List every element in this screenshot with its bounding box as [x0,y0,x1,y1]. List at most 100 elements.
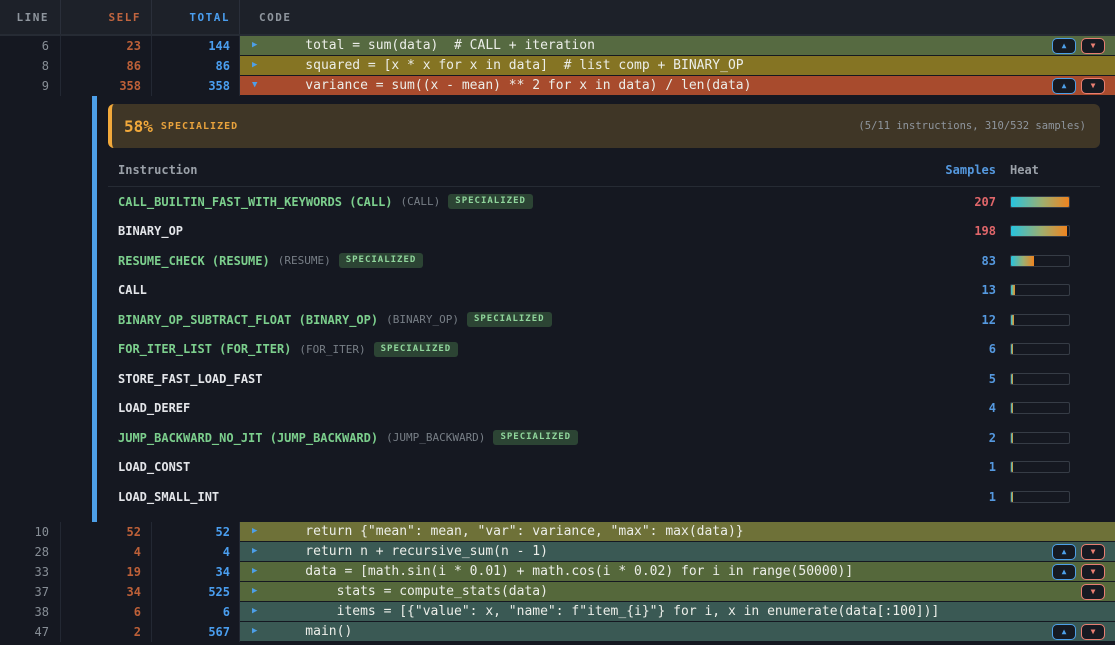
column-header-code: CODE [240,0,1115,34]
code-cell[interactable]: ▶ stats = compute_stats(data) ▲ ▼ [240,582,1115,602]
jump-up-button[interactable]: ▲ [1052,544,1076,560]
column-header-instruction: Instruction [108,163,916,177]
heat-bar [1010,461,1070,473]
panel-connector-line [92,96,97,522]
code-row: 38 6 6 ▶ items = [{"value": x, "name": f… [0,602,1115,622]
base-instruction-name: (BINARY_OP) [386,313,459,326]
heat-bar-fill [1011,285,1015,295]
jump-buttons: ▲ ▼ [1052,78,1105,94]
self-samples: 19 [61,562,152,582]
column-header-total[interactable]: TOTAL [152,0,240,34]
code-row: 28 4 4 ▶ return n + recursive_sum(n - 1)… [0,542,1115,562]
self-samples: 52 [61,522,152,542]
instruction-name-cell: FOR_ITER_LIST (FOR_ITER) (FOR_ITER) SPEC… [108,342,916,357]
heat-bar [1010,284,1070,296]
heat-bar [1010,196,1070,208]
heat-bar-fill [1011,256,1034,266]
heat-bar-fill [1011,315,1014,325]
instruction-row: BINARY_OP_SUBTRACT_FLOAT (BINARY_OP) (BI… [108,305,1100,335]
instruction-name: CALL_BUILTIN_FAST_WITH_KEYWORDS (CALL) [118,195,393,209]
line-number: 28 [0,542,61,562]
jump-up-button[interactable]: ▲ [1052,78,1076,94]
profiler-app: LINE SELF TOTAL CODE 6 23 144 ▶ total = … [0,0,1115,645]
code-cell[interactable]: ▶ squared = [x * x for x in data] # list… [240,56,1115,76]
expander-icon[interactable]: ▶ [240,41,274,50]
instruction-row: LOAD_SMALL_INT SPECIALIZED 1 [108,482,1100,512]
jump-up-button[interactable]: ▲ [1052,38,1076,54]
code-cell[interactable]: ▶ items = [{"value": x, "name": f"item_{… [240,602,1115,622]
code-text: return {"mean": mean, "var": variance, "… [274,525,744,538]
code-cell[interactable]: ▶ return n + recursive_sum(n - 1) ▲ ▼ [240,542,1115,562]
specialized-badge: SPECIALIZED [467,312,552,327]
instruction-name-cell: BINARY_OP_SUBTRACT_FLOAT (BINARY_OP) (BI… [108,312,916,327]
instruction-row: RESUME_CHECK (RESUME) (RESUME) SPECIALIZ… [108,246,1100,276]
specialized-badge: SPECIALIZED [374,342,459,357]
expander-icon[interactable]: ▶ [240,567,274,576]
code-text: items = [{"value": x, "name": f"item_{i}… [274,605,939,618]
code-cell[interactable]: ▶ data = [math.sin(i * 0.01) + math.cos(… [240,562,1115,582]
code-text: main() [274,625,352,638]
specialization-panel: 58% SPECIALIZED (5/11 instructions, 310/… [0,96,1115,522]
expander-icon[interactable]: ▶ [240,627,274,636]
code-row: 10 52 52 ▶ return {"mean": mean, "var": … [0,522,1115,542]
column-header-line[interactable]: LINE [0,0,61,34]
heat-bar [1010,432,1070,444]
instruction-name: RESUME_CHECK (RESUME) [118,254,270,268]
column-header-samples[interactable]: Samples [916,163,996,177]
self-samples: 6 [61,602,152,622]
code-rows-bottom: 10 52 52 ▶ return {"mean": mean, "var": … [0,522,1115,642]
expander-icon[interactable]: ▼ [240,81,274,90]
self-samples: 358 [61,76,152,96]
base-instruction-name: (JUMP_BACKWARD) [386,431,485,444]
total-samples: 52 [152,522,240,542]
line-number: 9 [0,76,61,96]
self-samples: 2 [61,622,152,642]
total-samples: 86 [152,56,240,76]
code-cell[interactable]: ▼ variance = sum((x - mean) ** 2 for x i… [240,76,1115,96]
jump-buttons: ▲ ▼ [1081,584,1105,600]
specialized-badge: SPECIALIZED [448,194,533,209]
self-samples: 23 [61,36,152,56]
heat-bar [1010,343,1070,355]
expander-icon[interactable]: ▶ [240,527,274,536]
line-number: 10 [0,522,61,542]
heat-bar [1010,491,1070,503]
code-cell[interactable]: ▶ total = sum(data) # CALL + iteration ▲… [240,36,1115,56]
instruction-row: CALL_BUILTIN_FAST_WITH_KEYWORDS (CALL) (… [108,187,1100,217]
instruction-table-header: Instruction Samples Heat [108,158,1100,182]
instruction-samples: 207 [916,195,996,209]
jump-down-button[interactable]: ▼ [1081,584,1105,600]
code-row: 47 2 567 ▶ main() ▲ ▼ [0,622,1115,642]
code-cell[interactable]: ▶ return {"mean": mean, "var": variance,… [240,522,1115,542]
specialized-badge: SPECIALIZED [493,430,578,445]
instruction-row: JUMP_BACKWARD_NO_JIT (JUMP_BACKWARD) (JU… [108,423,1100,453]
total-samples: 4 [152,542,240,562]
jump-down-button[interactable]: ▼ [1081,38,1105,54]
jump-down-button[interactable]: ▼ [1081,78,1105,94]
expander-icon[interactable]: ▶ [240,547,274,556]
expander-icon[interactable]: ▶ [240,607,274,616]
expander-icon[interactable]: ▶ [240,587,274,596]
jump-down-button[interactable]: ▼ [1081,544,1105,560]
jump-down-button[interactable]: ▼ [1081,624,1105,640]
heat-bar-fill [1011,492,1013,502]
column-header-self[interactable]: SELF [61,0,152,34]
code-text: squared = [x * x for x in data] # list c… [274,59,744,72]
line-number: 33 [0,562,61,582]
code-row: 9 358 358 ▼ variance = sum((x - mean) **… [0,76,1115,96]
jump-up-button[interactable]: ▲ [1052,564,1076,580]
heat-bar-fill [1011,462,1013,472]
code-cell[interactable]: ▶ main() ▲ ▼ [240,622,1115,642]
instruction-name: LOAD_DEREF [118,401,190,415]
instruction-samples: 198 [916,224,996,238]
self-samples: 4 [61,542,152,562]
total-samples: 34 [152,562,240,582]
expander-icon[interactable]: ▶ [240,61,274,70]
total-samples: 144 [152,36,240,56]
jump-down-button[interactable]: ▼ [1081,564,1105,580]
heat-bar [1010,255,1070,267]
jump-up-button[interactable]: ▲ [1052,624,1076,640]
instruction-samples: 1 [916,460,996,474]
instruction-name: CALL [118,283,147,297]
instruction-name: LOAD_CONST [118,460,190,474]
